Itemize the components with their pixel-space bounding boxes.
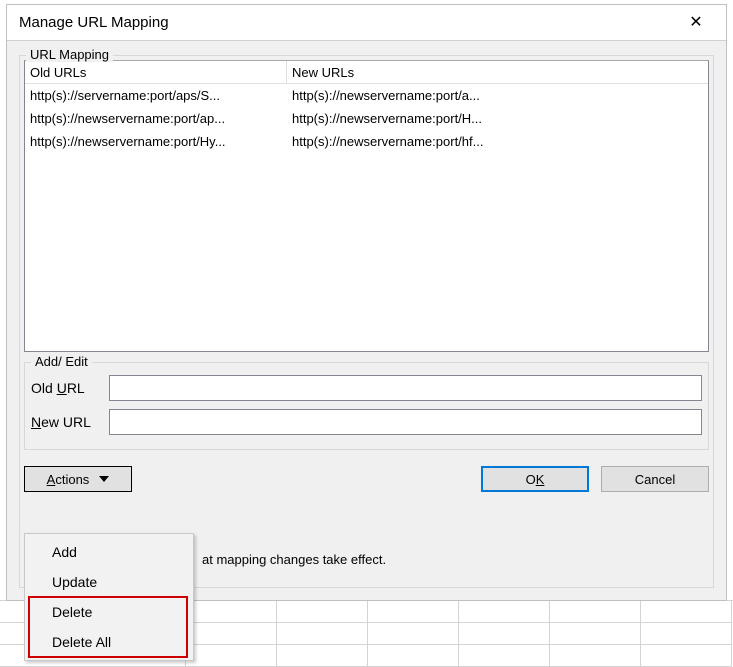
add-edit-groupbox: Add/ Edit Old URL New URL <box>24 362 709 450</box>
menu-item-delete-all[interactable]: Delete All <box>28 627 190 657</box>
actions-button[interactable]: Actions <box>24 466 132 492</box>
table-row[interactable]: http(s)://newservername:port/Hy... http(… <box>25 130 708 153</box>
menu-item-update[interactable]: Update <box>28 567 190 597</box>
new-url-row: New URL <box>31 409 702 435</box>
chevron-down-icon <box>99 476 109 482</box>
dialog-title: Manage URL Mapping <box>19 14 169 31</box>
menu-item-delete[interactable]: Delete <box>28 597 190 627</box>
close-icon: ✕ <box>689 15 702 31</box>
ok-button[interactable]: OK <box>481 466 589 492</box>
cell-new: http(s)://newservername:port/H... <box>287 107 577 130</box>
groupbox-label: URL Mapping <box>26 47 113 62</box>
new-url-label: New URL <box>31 414 109 430</box>
old-url-label: Old URL <box>31 380 109 396</box>
old-url-row: Old URL <box>31 375 702 401</box>
dialog-body: URL Mapping Old URLs New URLs http(s)://… <box>7 41 726 600</box>
listview-rows: http(s)://servername:port/aps/S... http(… <box>25 84 708 153</box>
cell-old: http(s)://servername:port/aps/S... <box>25 84 287 107</box>
manage-url-mapping-dialog: Manage URL Mapping ✕ URL Mapping Old URL… <box>6 4 727 601</box>
cell-new: http(s)://newservername:port/hf... <box>287 130 577 153</box>
hint-text: at mapping changes take effect. <box>202 552 386 567</box>
menu-item-add[interactable]: Add <box>28 537 190 567</box>
old-url-input[interactable] <box>109 375 702 401</box>
cell-old: http(s)://newservername:port/ap... <box>25 107 287 130</box>
table-row[interactable]: http(s)://servername:port/aps/S... http(… <box>25 84 708 107</box>
url-mapping-listview[interactable]: Old URLs New URLs http(s)://servername:p… <box>24 60 709 352</box>
column-header-new[interactable]: New URLs <box>287 61 577 83</box>
add-edit-label: Add/ Edit <box>31 354 92 369</box>
url-mapping-groupbox: URL Mapping Old URLs New URLs http(s)://… <box>19 55 714 588</box>
actions-menu: Add Update Delete Delete All <box>24 533 194 661</box>
cell-new: http(s)://newservername:port/a... <box>287 84 577 107</box>
new-url-input[interactable] <box>109 409 702 435</box>
button-row: Actions OK Cancel <box>24 466 709 494</box>
listview-header: Old URLs New URLs <box>25 61 708 84</box>
cancel-button[interactable]: Cancel <box>601 466 709 492</box>
cell-old: http(s)://newservername:port/Hy... <box>25 130 287 153</box>
table-row[interactable]: http(s)://newservername:port/ap... http(… <box>25 107 708 130</box>
column-header-old[interactable]: Old URLs <box>25 61 287 83</box>
close-button[interactable]: ✕ <box>674 9 718 37</box>
titlebar: Manage URL Mapping ✕ <box>7 5 726 41</box>
